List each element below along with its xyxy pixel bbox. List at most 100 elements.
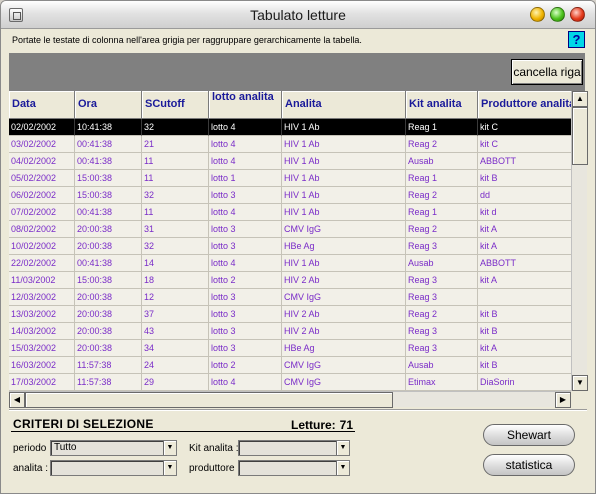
- table-row[interactable]: 03/02/2002 00:41:38 21 lotto 4 HIV 1 Ab Reag …: [9, 136, 571, 153]
- cell-scutoff[interactable]: 32: [142, 238, 209, 255]
- table-row[interactable]: 04/02/2002 00:41:38 11 lotto 4 HIV 1 Ab Ausab…: [9, 153, 571, 170]
- cell-time[interactable]: 15:00:38: [75, 170, 142, 187]
- cell-producer[interactable]: kit B: [478, 357, 571, 374]
- cell-time[interactable]: 20:00:38: [75, 289, 142, 306]
- cell-time[interactable]: 15:00:38: [75, 187, 142, 204]
- producer-select[interactable]: ▼: [238, 460, 350, 476]
- cell-producer[interactable]: DiaSorin: [478, 374, 571, 391]
- cell-kit[interactable]: Reag 3: [406, 323, 478, 340]
- cell-lot[interactable]: lotto 2: [209, 272, 282, 289]
- cell-lot[interactable]: lotto 4: [209, 204, 282, 221]
- cell-time[interactable]: 20:00:38: [75, 306, 142, 323]
- table-row[interactable]: 12/03/2002 20:00:38 12 lotto 3 CMV IgG Reag 3: [9, 289, 571, 306]
- cell-analyte[interactable]: HIV 1 Ab: [282, 153, 406, 170]
- table-row[interactable]: 08/02/2002 20:00:38 31 lotto 3 CMV IgG Reag 2…: [9, 221, 571, 238]
- cell-analyte[interactable]: HIV 1 Ab: [282, 170, 406, 187]
- minimize-button[interactable]: [530, 7, 545, 22]
- cell-analyte[interactable]: HIV 1 Ab: [282, 255, 406, 272]
- table-row[interactable]: 16/03/2002 11:57:38 24 lotto 2 CMV IgG Ausab k…: [9, 357, 571, 374]
- cell-lot[interactable]: lotto 3: [209, 340, 282, 357]
- period-select[interactable]: Tutto ▼: [50, 440, 177, 456]
- col-header-kit[interactable]: Kit analita: [406, 91, 478, 119]
- vertical-scroll-thumb[interactable]: [572, 107, 588, 165]
- cell-analyte[interactable]: CMV IgG: [282, 289, 406, 306]
- cell-scutoff[interactable]: 11: [142, 153, 209, 170]
- cell-time[interactable]: 00:41:38: [75, 136, 142, 153]
- table-row[interactable]: 11/03/2002 15:00:38 18 lotto 2 HIV 2 Ab Reag …: [9, 272, 571, 289]
- cell-producer[interactable]: kit d: [478, 204, 571, 221]
- cell-analyte[interactable]: CMV IgG: [282, 357, 406, 374]
- cell-scutoff[interactable]: 24: [142, 357, 209, 374]
- horizontal-scroll-thumb[interactable]: [25, 392, 393, 408]
- cell-date[interactable]: 11/03/2002: [9, 272, 75, 289]
- cell-analyte[interactable]: HIV 2 Ab: [282, 272, 406, 289]
- cell-scutoff[interactable]: 34: [142, 340, 209, 357]
- horizontal-scrollbar[interactable]: ◀ ▶: [9, 391, 571, 408]
- cell-date[interactable]: 17/03/2002: [9, 374, 75, 391]
- analyte-select[interactable]: ▼: [50, 460, 177, 476]
- cell-analyte[interactable]: HIV 2 Ab: [282, 306, 406, 323]
- cell-date[interactable]: 02/02/2002: [9, 119, 75, 136]
- chevron-down-icon[interactable]: ▼: [163, 461, 176, 475]
- cell-time[interactable]: 15:00:38: [75, 272, 142, 289]
- cell-date[interactable]: 07/02/2002: [9, 204, 75, 221]
- cell-analyte[interactable]: CMV IgG: [282, 221, 406, 238]
- cell-date[interactable]: 03/02/2002: [9, 136, 75, 153]
- cell-analyte[interactable]: HBe Ag: [282, 340, 406, 357]
- col-header-analyte[interactable]: Analita: [282, 91, 406, 119]
- cell-kit[interactable]: Reag 2: [406, 221, 478, 238]
- kit-select[interactable]: ▼: [238, 440, 350, 456]
- cell-time[interactable]: 11:57:38: [75, 357, 142, 374]
- cell-time[interactable]: 10:41:38: [75, 119, 142, 136]
- statistics-button[interactable]: statistica: [483, 454, 575, 476]
- cell-time[interactable]: 20:00:38: [75, 221, 142, 238]
- table-row[interactable]: 17/03/2002 11:57:38 29 lotto 4 CMV IgG Etimax…: [9, 374, 571, 391]
- grouping-drop-area[interactable]: [9, 53, 585, 91]
- cell-analyte[interactable]: HBe Ag: [282, 238, 406, 255]
- table-row[interactable]: 06/02/2002 15:00:38 32 lotto 3 HIV 1 Ab Reag …: [9, 187, 571, 204]
- cell-scutoff[interactable]: 29: [142, 374, 209, 391]
- cell-date[interactable]: 04/02/2002: [9, 153, 75, 170]
- chevron-down-icon[interactable]: ▼: [336, 441, 349, 455]
- cell-scutoff[interactable]: 14: [142, 255, 209, 272]
- cell-lot[interactable]: lotto 4: [209, 119, 282, 136]
- cell-producer[interactable]: ABBOTT: [478, 153, 571, 170]
- cell-date[interactable]: 15/03/2002: [9, 340, 75, 357]
- cell-analyte[interactable]: HIV 1 Ab: [282, 136, 406, 153]
- cell-kit[interactable]: Reag 3: [406, 272, 478, 289]
- cell-producer[interactable]: kit B: [478, 170, 571, 187]
- help-button[interactable]: ?: [568, 31, 585, 48]
- col-header-date[interactable]: Data: [9, 91, 75, 119]
- cell-kit[interactable]: Reag 2: [406, 187, 478, 204]
- cell-kit[interactable]: Reag 1: [406, 204, 478, 221]
- cell-kit[interactable]: Reag 3: [406, 238, 478, 255]
- cell-date[interactable]: 12/03/2002: [9, 289, 75, 306]
- cell-kit[interactable]: Ausab: [406, 255, 478, 272]
- cell-time[interactable]: 20:00:38: [75, 323, 142, 340]
- cell-analyte[interactable]: HIV 1 Ab: [282, 119, 406, 136]
- scroll-up-icon[interactable]: ▲: [572, 91, 588, 107]
- cell-date[interactable]: 14/03/2002: [9, 323, 75, 340]
- table-row[interactable]: 15/03/2002 20:00:38 34 lotto 3 HBe Ag Reag 3k…: [9, 340, 571, 357]
- table-row[interactable]: 02/02/2002 10:41:38 32 lotto 4 HIV 1 Ab Reag …: [9, 119, 571, 136]
- col-header-lot[interactable]: lotto analita: [209, 91, 282, 119]
- cell-lot[interactable]: lotto 3: [209, 323, 282, 340]
- table-row[interactable]: 13/03/2002 20:00:38 37 lotto 3 HIV 2 Ab Reag …: [9, 306, 571, 323]
- cell-scutoff[interactable]: 12: [142, 289, 209, 306]
- cell-producer[interactable]: [478, 289, 571, 306]
- cell-time[interactable]: 20:00:38: [75, 340, 142, 357]
- scroll-right-icon[interactable]: ▶: [555, 392, 571, 408]
- cell-scutoff[interactable]: 32: [142, 187, 209, 204]
- scroll-left-icon[interactable]: ◀: [9, 392, 25, 408]
- cell-producer[interactable]: kit A: [478, 340, 571, 357]
- cell-analyte[interactable]: HIV 1 Ab: [282, 204, 406, 221]
- cell-producer[interactable]: dd: [478, 187, 571, 204]
- cell-scutoff[interactable]: 32: [142, 119, 209, 136]
- cell-lot[interactable]: lotto 1: [209, 170, 282, 187]
- table-row[interactable]: 22/02/2002 00:41:38 14 lotto 4 HIV 1 Ab Ausab…: [9, 255, 571, 272]
- table-row[interactable]: 05/02/2002 15:00:38 11 lotto 1 HIV 1 Ab Reag …: [9, 170, 571, 187]
- cell-lot[interactable]: lotto 4: [209, 136, 282, 153]
- cell-date[interactable]: 13/03/2002: [9, 306, 75, 323]
- cell-date[interactable]: 16/03/2002: [9, 357, 75, 374]
- delete-row-button[interactable]: cancella riga: [511, 59, 583, 85]
